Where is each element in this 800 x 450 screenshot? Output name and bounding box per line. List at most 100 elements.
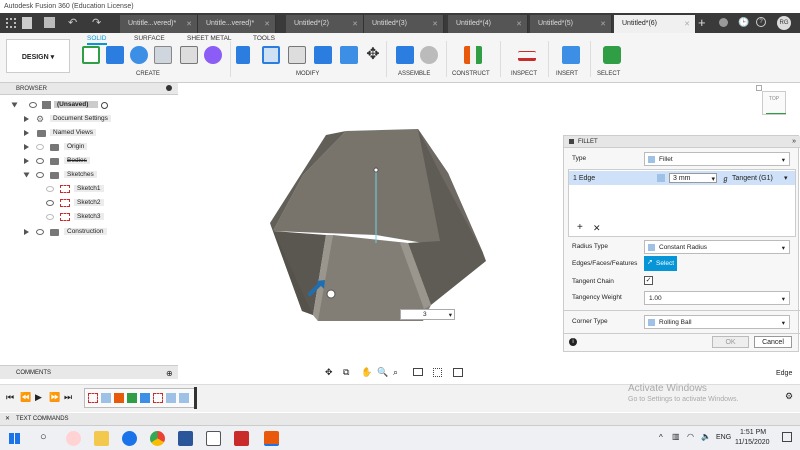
extrude-icon[interactable] (106, 46, 124, 64)
remove-edge-icon[interactable]: ✕ (593, 223, 601, 234)
edge-row[interactable]: 1 Edge 3 mm ▾ ℊ Tangent (G1) ▾ (569, 171, 795, 185)
pin-icon[interactable] (166, 85, 172, 91)
radius-value-field[interactable]: 3 mm ▾ (669, 173, 717, 183)
expand-arrow-icon[interactable] (11, 102, 18, 108)
type-dropdown[interactable]: Fillet ▾ (644, 152, 790, 166)
browser-item-origin[interactable]: Origin (0, 141, 178, 154)
joint-icon[interactable] (420, 46, 438, 64)
file-icon[interactable] (22, 17, 32, 29)
insert-image-icon[interactable] (562, 46, 580, 64)
visibility-eye-icon[interactable] (36, 172, 44, 178)
comments-panel-header[interactable]: COMMENTS ⊕ (0, 365, 178, 379)
dropdown-arrow-icon[interactable]: ▾ (784, 174, 788, 182)
active-radio-icon[interactable] (101, 102, 108, 109)
box-icon[interactable] (180, 46, 198, 64)
expand-arrow-icon[interactable] (23, 172, 30, 178)
new-tab-icon[interactable]: + (698, 15, 706, 30)
tab-sheet-metal[interactable]: SHEET METAL (187, 35, 232, 42)
notifications-icon[interactable]: 🕒 (738, 17, 749, 28)
add-edge-icon[interactable]: + (577, 222, 583, 233)
search-icon[interactable]: ○ (40, 431, 47, 443)
tab-untitled-1[interactable]: Untitle...vered)* ✕ (120, 15, 198, 33)
browser-item-sketch2[interactable]: Sketch2 (0, 197, 178, 210)
timeline-feature[interactable] (153, 393, 163, 403)
close-icon[interactable]: ✕ (684, 20, 690, 28)
measure-icon[interactable] (518, 51, 536, 61)
browser-item-root[interactable]: (Unsaved) (0, 99, 178, 112)
modify-group-label[interactable]: MODIFY (296, 71, 319, 77)
grid-icon[interactable] (433, 368, 442, 377)
play-icon[interactable]: ▶ (35, 392, 42, 403)
close-icon[interactable]: ✕ (432, 20, 438, 28)
browser-item-construction[interactable]: Construction (0, 226, 178, 239)
radius-type-dropdown[interactable]: Constant Radius ▾ (644, 240, 790, 254)
chat-app-icon[interactable] (66, 431, 81, 446)
network-icon[interactable]: ▥ (672, 432, 680, 441)
ok-button[interactable]: OK (712, 336, 749, 348)
revolve-icon[interactable] (130, 46, 148, 64)
add-comment-icon[interactable]: ⊕ (166, 369, 173, 378)
chamfer-icon[interactable] (288, 46, 306, 64)
select-group-label[interactable]: SELECT (597, 71, 620, 77)
chrome-icon[interactable] (150, 431, 165, 446)
assemble-group-label[interactable]: ASSEMBLE (398, 71, 430, 77)
tab-surface[interactable]: SURFACE (134, 35, 165, 42)
word-icon[interactable] (178, 431, 193, 446)
edge-selection-list[interactable]: 1 Edge 3 mm ▾ ℊ Tangent (G1) ▾ + ✕ (568, 169, 796, 237)
tray-overflow-icon[interactable]: ^ (659, 433, 663, 442)
close-icon[interactable]: ✕ (264, 20, 270, 28)
clock-time[interactable]: 1:51 PM (740, 429, 766, 436)
tangency-weight-input[interactable]: 1.00 ▾ (644, 291, 790, 305)
file-explorer-icon[interactable] (94, 431, 109, 446)
expand-arrow-icon[interactable] (24, 130, 29, 136)
move-icon[interactable]: ✥ (364, 46, 382, 64)
expand-arrow-icon[interactable] (24, 144, 29, 150)
look-at-icon[interactable]: ⧉ (343, 367, 349, 378)
tab-untitled-3[interactable]: Untitled*(2) ✕ (286, 15, 364, 33)
expand-arrow-icon[interactable] (24, 116, 29, 122)
wifi-icon[interactable]: ◠ (687, 432, 694, 441)
timeline-feature[interactable] (88, 393, 98, 403)
radius-input-field[interactable]: 3 ▾ (400, 309, 455, 320)
orbit-icon[interactable]: ✥ (325, 367, 333, 378)
tab-untitled-2[interactable]: Untitle...vered)* ✕ (198, 15, 276, 33)
hole-icon[interactable] (154, 46, 172, 64)
inspect-group-label[interactable]: INSPECT (511, 71, 537, 77)
step-forward-icon[interactable]: ⏩ (49, 392, 60, 403)
solitaire-icon[interactable] (206, 431, 221, 446)
corner-type-dropdown[interactable]: Rolling Ball ▾ (644, 315, 790, 329)
action-center-icon[interactable] (782, 432, 792, 442)
timeline-features[interactable] (84, 388, 196, 408)
skype-icon[interactable] (122, 431, 137, 446)
tab-untitled-7[interactable]: Untitled*(6) ✕ (614, 15, 696, 33)
timeline-feature[interactable] (101, 393, 111, 403)
tangent-chain-checkbox[interactable]: ✓ (644, 276, 653, 285)
pdf-icon[interactable] (234, 431, 249, 446)
clock-date[interactable]: 11/15/2020 (735, 439, 770, 446)
visibility-eye-icon[interactable] (46, 186, 54, 192)
create-group-label[interactable]: CREATE (136, 71, 160, 77)
info-icon[interactable]: i (569, 338, 577, 346)
fillet-header[interactable]: FILLET » (564, 136, 800, 148)
expand-icon[interactable]: ✕ (5, 415, 10, 422)
expand-arrow-icon[interactable] (24, 229, 29, 235)
user-avatar[interactable]: RG (777, 16, 791, 30)
browser-item-sketch3[interactable]: Sketch3 (0, 211, 178, 224)
close-icon[interactable]: ✕ (352, 20, 358, 28)
skip-to-start-icon[interactable]: ⏮ (6, 392, 14, 403)
timeline-marker[interactable] (194, 387, 197, 409)
browser-item-named-views[interactable]: Named Views (0, 127, 178, 140)
dropdown-arrow-icon[interactable]: ▾ (711, 175, 715, 183)
dropdown-arrow-icon[interactable]: ▾ (449, 311, 452, 319)
press-pull-icon[interactable] (236, 46, 250, 64)
expand-arrow-icon[interactable] (24, 158, 29, 164)
timeline-settings-icon[interactable]: ⚙ (785, 391, 793, 402)
expand-panel-icon[interactable]: » (792, 138, 796, 145)
tab-tools[interactable]: TOOLS (253, 35, 275, 42)
insert-group-label[interactable]: INSERT (556, 71, 578, 77)
new-sketch-icon[interactable] (82, 46, 100, 64)
visibility-eye-icon[interactable] (46, 214, 54, 220)
workspace-switcher[interactable]: DESIGN ▾ (6, 39, 70, 73)
form-icon[interactable] (204, 46, 222, 64)
volume-icon[interactable]: 🔈 (701, 432, 711, 441)
